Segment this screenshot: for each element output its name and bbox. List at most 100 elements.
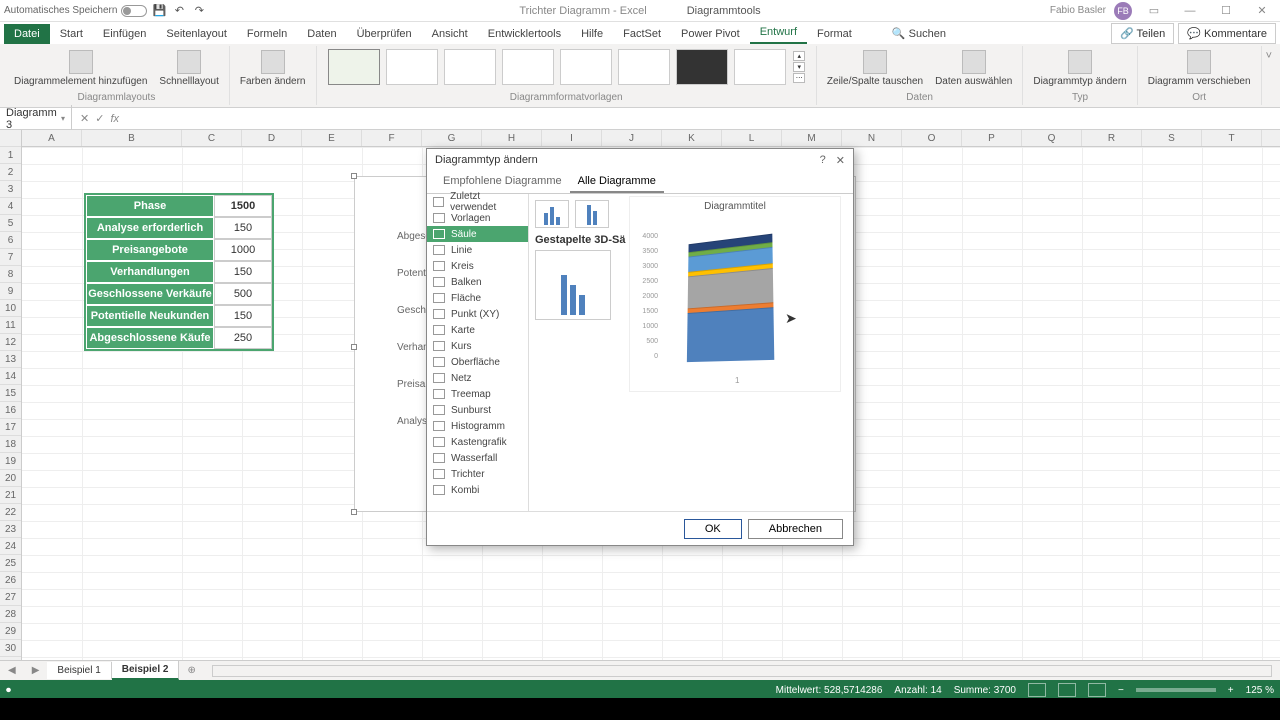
chart-style-3[interactable]: [444, 49, 496, 85]
chart-type-item[interactable]: Säule: [427, 226, 528, 242]
tab-powerpivot[interactable]: Power Pivot: [671, 24, 750, 44]
chart-style-2[interactable]: [386, 49, 438, 85]
user-name[interactable]: Fabio Basler: [1050, 5, 1106, 16]
chart-type-item[interactable]: Kastengrafik: [427, 434, 528, 450]
undo-icon[interactable]: ↶: [171, 3, 187, 19]
ok-button[interactable]: OK: [684, 519, 742, 539]
chart-subtype-1[interactable]: [535, 200, 569, 228]
tab-design[interactable]: Entwurf: [750, 22, 807, 44]
chart-type-list[interactable]: Zuletzt verwendetVorlagenSäuleLinieKreis…: [427, 194, 529, 511]
row-headers[interactable]: 1234567891011121314151617181920212223242…: [0, 130, 22, 660]
quick-layout-button[interactable]: Schnelllayout: [155, 48, 222, 89]
chart-type-item[interactable]: Histogramm: [427, 418, 528, 434]
ribbon-options-icon[interactable]: ▭: [1140, 2, 1168, 20]
chart-type-item[interactable]: Punkt (XY): [427, 306, 528, 322]
chart-type-item[interactable]: Karte: [427, 322, 528, 338]
chart-preview-large[interactable]: Diagrammtitel 40003500300025002000150010…: [629, 196, 841, 392]
share-button[interactable]: 🔗 Teilen: [1111, 23, 1174, 44]
move-chart-button[interactable]: Diagramm verschieben: [1144, 48, 1255, 89]
dialog-tab-all[interactable]: Alle Diagramme: [570, 171, 664, 193]
dialog-tab-recommended[interactable]: Empfohlene Diagramme: [435, 171, 570, 193]
chart-type-item[interactable]: Oberfläche: [427, 354, 528, 370]
chart-type-item[interactable]: Kurs: [427, 338, 528, 354]
tab-insert[interactable]: Einfügen: [93, 24, 156, 44]
add-chart-element-button[interactable]: Diagrammelement hinzufügen: [10, 48, 151, 89]
tab-review[interactable]: Überprüfen: [347, 24, 422, 44]
column-headers[interactable]: ABCDEFGHIJKLMNOPQRST: [22, 130, 1280, 147]
tab-pagelayout[interactable]: Seitenlayout: [156, 24, 237, 44]
tab-file[interactable]: Datei: [4, 24, 50, 44]
change-colors-button[interactable]: Farben ändern: [236, 48, 310, 89]
record-macro-icon[interactable]: ⏺: [6, 685, 11, 696]
tab-formulas[interactable]: Formeln: [237, 24, 297, 44]
chart-style-6[interactable]: [618, 49, 670, 85]
chart-type-item[interactable]: Linie: [427, 242, 528, 258]
chart-style-7[interactable]: [676, 49, 728, 85]
chart-type-item[interactable]: Balken: [427, 274, 528, 290]
sheet-tab-2[interactable]: Beispiel 2: [112, 661, 180, 680]
data-table[interactable]: Phase1500Analyse erforderlich150Preisang…: [84, 193, 274, 351]
chart-type-item[interactable]: Trichter: [427, 466, 528, 482]
chart-type-item[interactable]: Kombi: [427, 482, 528, 498]
dialog-close-icon[interactable]: ✕: [836, 154, 845, 167]
fx-icon[interactable]: fx: [110, 113, 119, 125]
tab-developer[interactable]: Entwicklertools: [478, 24, 571, 44]
tab-data[interactable]: Daten: [297, 24, 346, 44]
page-layout-view-icon[interactable]: [1058, 683, 1076, 697]
formula-input[interactable]: [127, 117, 1280, 121]
save-icon[interactable]: 💾: [151, 3, 167, 19]
chart-type-item[interactable]: Netz: [427, 370, 528, 386]
preview-thumbnail[interactable]: [535, 250, 611, 320]
toggle-switch-icon[interactable]: [121, 5, 147, 17]
chart-type-item[interactable]: Sunburst: [427, 402, 528, 418]
tab-format[interactable]: Format: [807, 24, 862, 44]
minimize-icon[interactable]: —: [1176, 2, 1204, 20]
dialog-titlebar[interactable]: Diagrammtyp ändern ? ✕: [427, 149, 853, 171]
autosave-toggle[interactable]: Automatisches Speichern: [4, 5, 147, 17]
chart-style-1[interactable]: [328, 49, 380, 85]
select-data-button[interactable]: Daten auswählen: [931, 48, 1016, 89]
style-gallery-scroll[interactable]: ▴▾⋯: [793, 48, 805, 86]
chart-style-8[interactable]: [734, 49, 786, 85]
tab-help[interactable]: Hilfe: [571, 24, 613, 44]
cancel-button[interactable]: Abbrechen: [748, 519, 843, 539]
zoom-slider[interactable]: [1136, 688, 1216, 692]
collapse-ribbon-icon[interactable]: ˅: [1262, 46, 1276, 105]
cancel-formula-icon[interactable]: ✕: [80, 112, 89, 125]
chart-type-item[interactable]: Treemap: [427, 386, 528, 402]
chart-subtype-2[interactable]: [575, 200, 609, 228]
accept-formula-icon[interactable]: ✓: [95, 112, 104, 125]
search-button[interactable]: 🔍 Suchen: [882, 23, 956, 44]
chart-type-item[interactable]: Fläche: [427, 290, 528, 306]
group-label-location: Ort: [1192, 92, 1206, 103]
switch-row-column-button[interactable]: Zeile/Spalte tauschen: [823, 48, 927, 89]
redo-icon[interactable]: ↷: [191, 3, 207, 19]
formula-bar-row: Diagramm 3▾ ✕ ✓ fx: [0, 108, 1280, 130]
horizontal-scrollbar[interactable]: [212, 665, 1272, 677]
status-sum: Summe: 3700: [954, 685, 1016, 696]
zoom-in-icon[interactable]: +: [1228, 685, 1234, 696]
chart-type-item[interactable]: Wasserfall: [427, 450, 528, 466]
close-icon[interactable]: ✕: [1248, 2, 1276, 20]
chart-type-item[interactable]: Kreis: [427, 258, 528, 274]
tab-start[interactable]: Start: [50, 24, 93, 44]
tab-factset[interactable]: FactSet: [613, 24, 671, 44]
maximize-icon[interactable]: ☐: [1212, 2, 1240, 20]
zoom-out-icon[interactable]: −: [1118, 685, 1124, 696]
tab-view[interactable]: Ansicht: [422, 24, 478, 44]
add-sheet-icon[interactable]: ⊕: [179, 665, 203, 676]
chart-style-5[interactable]: [560, 49, 612, 85]
tab-nav-prev-icon[interactable]: ◀: [0, 665, 24, 676]
sheet-tab-1[interactable]: Beispiel 1: [47, 662, 111, 679]
comments-button[interactable]: 💬 Kommentare: [1178, 23, 1276, 44]
page-break-view-icon[interactable]: [1088, 683, 1106, 697]
chart-style-4[interactable]: [502, 49, 554, 85]
name-box[interactable]: Diagramm 3▾: [0, 105, 72, 133]
change-chart-type-button[interactable]: Diagrammtyp ändern: [1029, 48, 1130, 89]
user-avatar[interactable]: FB: [1114, 2, 1132, 20]
chart-type-item[interactable]: Zuletzt verwendet: [427, 194, 528, 210]
normal-view-icon[interactable]: [1028, 683, 1046, 697]
zoom-level[interactable]: 125 %: [1246, 685, 1274, 696]
dialog-help-icon[interactable]: ?: [820, 154, 826, 167]
tab-nav-next-icon[interactable]: ▶: [24, 665, 48, 676]
